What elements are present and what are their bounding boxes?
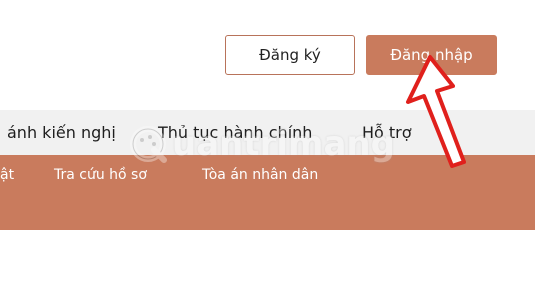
- register-button[interactable]: Đăng ký: [225, 35, 355, 75]
- nav-item-administrative-procedures[interactable]: Thủ tục hành chính: [158, 110, 312, 155]
- sub-nav: ật Tra cứu hồ sơ Tòa án nhân dân: [0, 155, 535, 230]
- page-header: Đăng ký Đăng nhập: [0, 0, 535, 110]
- sub-nav-item-dossier-lookup[interactable]: Tra cứu hồ sơ: [54, 155, 147, 195]
- sub-nav-item-peoples-court[interactable]: Tòa án nhân dân: [202, 155, 318, 195]
- main-nav: ánh kiến nghị Thủ tục hành chính Hỗ trợ: [0, 110, 535, 155]
- nav-item-petitions[interactable]: ánh kiến nghị: [7, 110, 116, 155]
- nav-item-support[interactable]: Hỗ trợ: [362, 110, 412, 155]
- login-button[interactable]: Đăng nhập: [366, 35, 497, 75]
- sub-nav-item-law[interactable]: ật: [0, 155, 14, 195]
